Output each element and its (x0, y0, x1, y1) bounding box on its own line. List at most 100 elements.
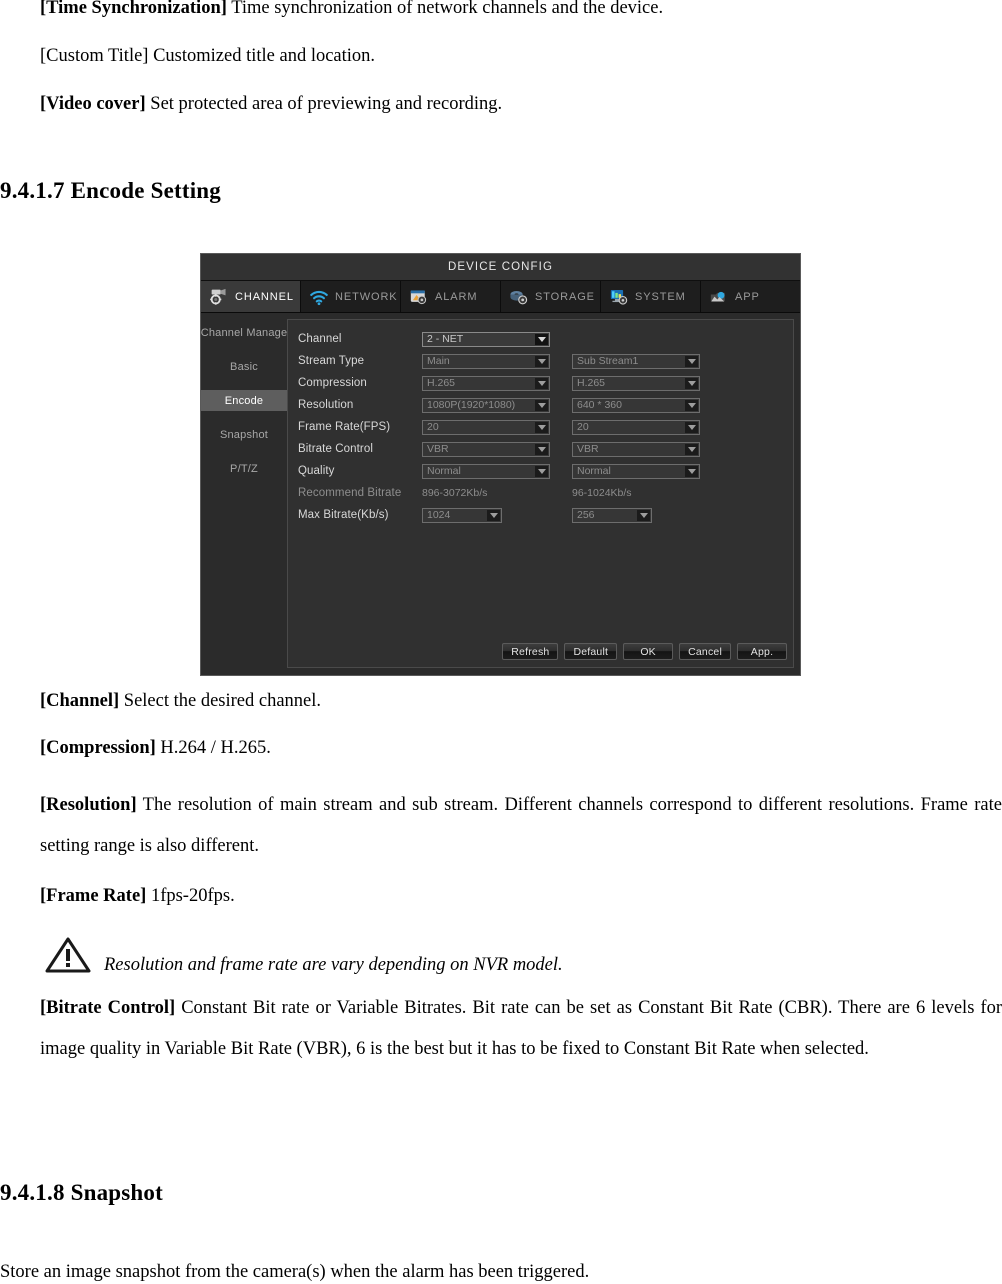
tab-network[interactable]: NETWORK (301, 281, 401, 312)
doc-text-custom-title: [Custom Title] Customized title and loca… (40, 46, 376, 66)
select-stream-type-main[interactable]: Main (422, 353, 550, 369)
doc-label-compression: [Compression] (40, 738, 156, 758)
doc-label-video-cover: [Video cover] (40, 94, 146, 114)
refresh-button[interactable]: Refresh (502, 643, 559, 660)
select-bitrate-control-main[interactable]: VBR (422, 441, 550, 457)
doc-para-resolution: [Resolution] The resolution of main stre… (40, 785, 1002, 867)
row-compression: Compression H.265 H.265 (298, 372, 793, 394)
chevron-down-icon[interactable] (685, 421, 698, 433)
doc-text-video-cover: Set protected area of previewing and rec… (145, 94, 503, 114)
select-resolution-sub[interactable]: 640 * 360 (572, 397, 700, 413)
select-quality-sub[interactable]: Normal (572, 463, 700, 479)
heading-snapshot: 9.4.1.8 Snapshot (0, 1180, 163, 1205)
default-button[interactable]: Default (564, 643, 618, 660)
label-channel: Channel (298, 333, 342, 345)
select-channel-value: 2 - NET (427, 333, 464, 345)
tab-storage[interactable]: STORAGE (501, 281, 601, 312)
doc-label-bitrate-control: [Bitrate Control] (40, 998, 176, 1018)
chevron-down-icon[interactable] (487, 509, 500, 521)
select-quality-main[interactable]: Normal (422, 463, 550, 479)
heading-encode-setting: 9.4.1.7 Encode Setting (0, 178, 221, 203)
select-frame-rate-sub[interactable]: 20 (572, 419, 700, 435)
tab-storage-label: STORAGE (535, 290, 595, 303)
select-compression-sub-value: H.265 (577, 377, 606, 389)
select-compression-sub[interactable]: H.265 (572, 375, 700, 391)
doc-line-channel: [Channel] Select the desired channel. (40, 691, 321, 711)
sidebar-item-ptz[interactable]: P/T/Z (201, 458, 287, 479)
sidebar-item-basic[interactable]: Basic (201, 356, 287, 377)
select-quality-main-value: Normal (427, 465, 461, 477)
select-bitrate-control-sub[interactable]: VBR (572, 441, 700, 457)
doc-line-snapshot-desc: Store an image snapshot from the camera(… (0, 1262, 590, 1282)
label-max-bitrate: Max Bitrate(Kb/s) (298, 509, 389, 521)
select-compression-main[interactable]: H.265 (422, 375, 550, 391)
chevron-down-icon[interactable] (685, 355, 698, 367)
label-bitrate-control: Bitrate Control (298, 443, 374, 455)
cloud-app-icon (709, 288, 729, 306)
select-channel[interactable]: 2 - NET (422, 331, 550, 347)
chevron-down-icon[interactable] (535, 377, 548, 389)
select-frame-rate-sub-value: 20 (577, 421, 589, 433)
chevron-down-icon[interactable] (535, 399, 548, 411)
doc-text-resolution: The resolution of main stream and sub st… (40, 795, 1002, 856)
tab-channel-label: CHANNEL (235, 290, 294, 303)
doc-label-time-sync: [Time Synchronization] (40, 0, 227, 18)
window-title: DEVICE CONFIG (447, 261, 554, 273)
select-max-bitrate-sub[interactable]: 256 (572, 507, 652, 523)
camera-gear-icon (209, 288, 229, 306)
select-frame-rate-main-value: 20 (427, 421, 439, 433)
sidebar-label-snapshot: Snapshot (219, 428, 269, 441)
chevron-down-icon[interactable] (637, 509, 650, 521)
select-resolution-main[interactable]: 1080P(1920*1080) (422, 397, 550, 413)
sidebar-label-ptz: P/T/Z (230, 462, 258, 475)
disk-gear-icon (509, 288, 529, 306)
select-max-bitrate-main[interactable]: 1024 (422, 507, 502, 523)
doc-text-channel: Select the desired channel. (119, 691, 322, 711)
doc-label-resolution: [Resolution] (40, 795, 137, 815)
tab-alarm[interactable]: ALARM (401, 281, 501, 312)
sidebar-label-channel-manage: Channel Manage (200, 326, 288, 339)
select-frame-rate-main[interactable]: 20 (422, 419, 550, 435)
chevron-down-icon[interactable] (535, 465, 548, 477)
ok-button[interactable]: OK (623, 643, 674, 660)
doc-text-bitrate-control: Constant Bit rate or Variable Bitrates. … (40, 998, 1002, 1059)
select-stream-type-sub[interactable]: Sub Stream1 (572, 353, 700, 369)
select-bitrate-control-sub-value: VBR (577, 443, 599, 455)
tab-app[interactable]: APP (701, 281, 800, 312)
sidebar-item-encode[interactable]: Encode (201, 390, 287, 411)
alarm-bell-icon (409, 288, 429, 306)
dialog-button-bar: Refresh Default OK Cancel App. (502, 643, 787, 660)
chevron-down-icon[interactable] (685, 443, 698, 455)
label-compression: Compression (298, 377, 367, 389)
apply-button[interactable]: App. (737, 643, 787, 660)
row-max-bitrate: Max Bitrate(Kb/s) 1024 256 (298, 504, 793, 526)
chevron-down-icon[interactable] (535, 421, 548, 433)
select-quality-sub-value: Normal (577, 465, 611, 477)
sidebar-item-channel-manage[interactable]: Channel Manage (201, 322, 287, 343)
chevron-down-icon[interactable] (685, 399, 698, 411)
row-stream-type: Stream Type Main Sub Stream1 (298, 350, 793, 372)
wifi-icon (309, 288, 329, 306)
label-quality: Quality (298, 465, 335, 477)
tab-channel[interactable]: CHANNEL (201, 281, 301, 312)
row-quality: Quality Normal Normal (298, 460, 793, 482)
doc-line-compression: [Compression] H.264 / H.265. (40, 738, 271, 758)
chevron-down-icon[interactable] (535, 355, 548, 367)
select-resolution-sub-value: 640 * 360 (577, 399, 622, 411)
select-stream-type-main-value: Main (427, 355, 450, 367)
chevron-down-icon[interactable] (685, 465, 698, 477)
select-max-bitrate-sub-value: 256 (577, 509, 595, 521)
chevron-down-icon[interactable] (535, 333, 548, 345)
cancel-button[interactable]: Cancel (679, 643, 731, 660)
chevron-down-icon[interactable] (685, 377, 698, 389)
chevron-down-icon[interactable] (535, 443, 548, 455)
tab-app-label: APP (735, 290, 760, 303)
doc-line-time-sync: [Time Synchronization] Time synchronizat… (40, 0, 663, 18)
value-recommend-bitrate-sub: 96-1024Kb/s (572, 487, 632, 499)
row-bitrate-control: Bitrate Control VBR VBR (298, 438, 793, 460)
sidebar-item-snapshot[interactable]: Snapshot (201, 424, 287, 445)
doc-text-compression: H.264 / H.265. (155, 738, 271, 758)
tab-system[interactable]: SYSTEM (601, 281, 701, 312)
window-body: Channel Manage Basic Encode Snapshot P/T… (201, 313, 800, 675)
tab-network-label: NETWORK (335, 290, 398, 303)
